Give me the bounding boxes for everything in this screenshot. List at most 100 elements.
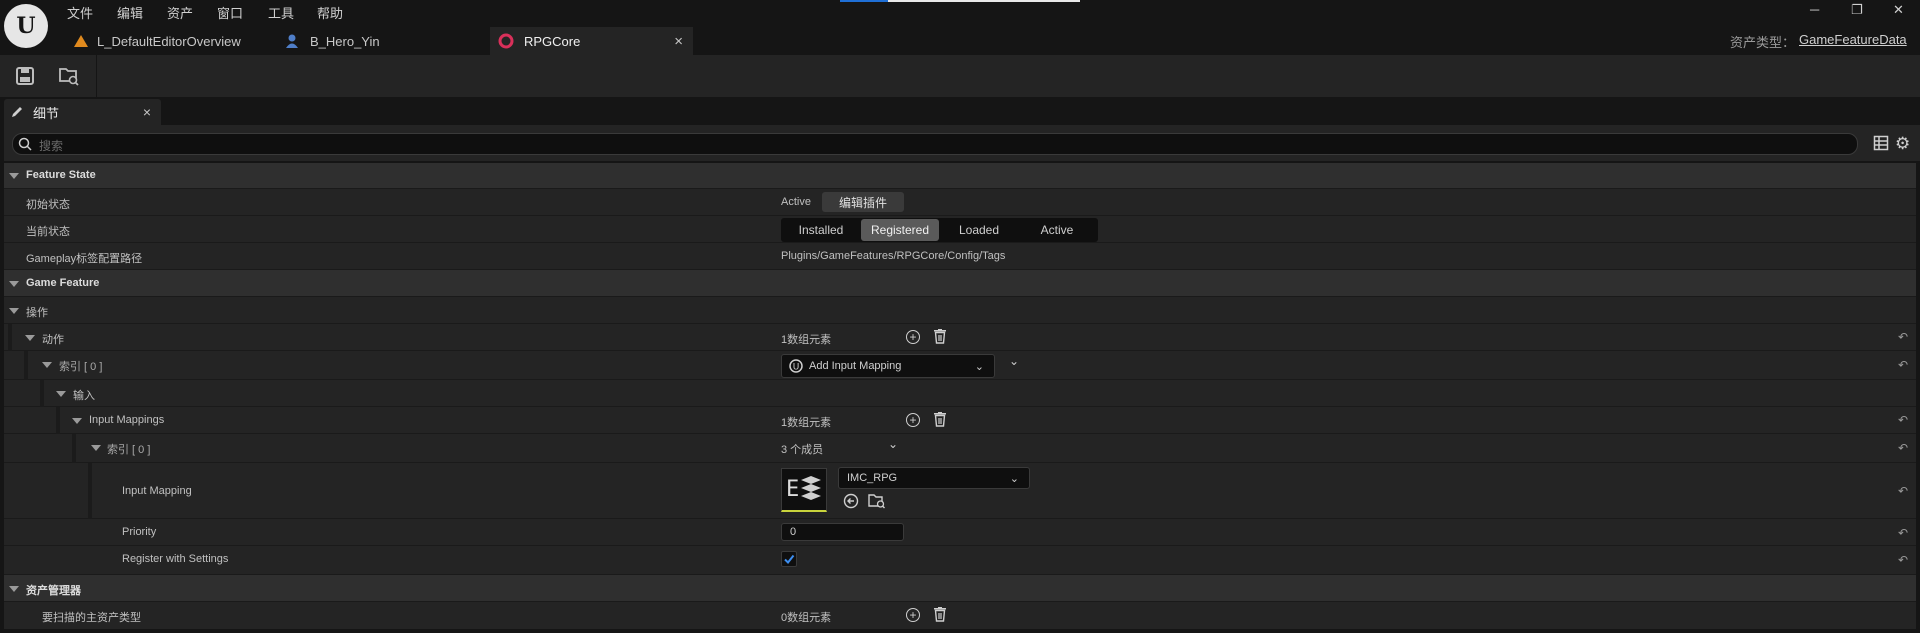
array-count: 1数组元素 [781,417,832,429]
minimize-button[interactable]: ─ [1810,2,1819,17]
asset-thumbnail[interactable]: E [781,468,827,512]
delete-all-trash-icon[interactable] [934,329,946,347]
property-label: Register with Settings [122,553,229,565]
save-icon [16,67,34,85]
group-label: 操作 [26,307,48,319]
menu-asset[interactable]: 资产 [167,3,193,22]
delete-all-trash-icon[interactable] [934,607,946,625]
reset-to-default-icon[interactable]: ↶ [1898,358,1908,372]
initial-state-value: Active [781,196,811,208]
menu-window[interactable]: 窗口 [217,3,243,22]
priority-input[interactable]: 0 [781,523,904,541]
tab-b-hero-yin[interactable]: B_Hero_Yin [278,27,488,55]
property-row-register-with-settings [4,546,1916,575]
tab-close-icon[interactable]: × [674,33,683,50]
property-row-mapping-index-0 [4,434,1916,463]
collapse-triangle-icon[interactable] [9,281,19,287]
reset-to-default-icon[interactable]: ↶ [1898,526,1908,540]
add-element-plus-icon[interactable]: + [906,413,920,427]
tab-level-overview[interactable]: L_DefaultEditorOverview [60,27,275,55]
segment-loaded[interactable]: Loaded [943,219,1015,241]
property-row-priority [4,519,1916,546]
struct-member-count: 3 个成员 [781,444,824,456]
table-view-icon [1873,135,1889,151]
input-mapping-asset-combo[interactable]: IMC_RPG ⌄ [838,467,1030,489]
reset-to-default-icon[interactable]: ↶ [1898,330,1908,344]
tag-config-path: Plugins/GameFeatures/RPGCore/Config/Tags [781,250,1006,262]
category-asset-manager[interactable] [4,575,1916,602]
collapse-triangle-icon[interactable] [9,586,19,592]
category-game-feature[interactable] [4,270,1916,297]
priority-value: 0 [790,526,797,538]
collapse-triangle-icon[interactable] [42,362,52,368]
restore-button[interactable]: ❐ [1851,2,1863,18]
browse-asset-button[interactable] [868,493,886,512]
property-label: 当前状态 [26,226,70,238]
reset-to-default-icon[interactable]: ↶ [1898,441,1908,455]
reset-to-default-icon[interactable]: ↶ [1898,484,1908,498]
unreal-logo-icon[interactable]: U [4,4,48,48]
search-placeholder: 搜索 [39,139,64,153]
delete-all-trash-icon[interactable] [934,412,946,430]
settings-gear-icon[interactable]: ⚙ [1895,134,1910,154]
tab-label: L_DefaultEditorOverview [97,33,241,49]
browse-folder-icon [868,494,885,509]
character-blueprint-icon [286,34,298,48]
menu-file[interactable]: 文件 [67,3,93,22]
reset-to-default-icon[interactable]: ↶ [1898,413,1908,427]
struct-chevron-down-icon[interactable]: ⌄ [888,437,898,451]
collapse-triangle-icon[interactable] [91,445,101,451]
category-title: 资产管理器 [26,585,81,597]
unreal-class-icon: U [789,359,803,373]
tab-label: B_Hero_Yin [310,33,380,49]
register-checkbox[interactable] [781,551,797,567]
collapse-triangle-icon[interactable] [9,173,19,179]
browse-to-asset-button[interactable] [58,66,80,89]
collapse-triangle-icon[interactable] [56,391,66,397]
add-element-plus-icon[interactable]: + [906,608,920,622]
tab-close-icon[interactable]: × [143,104,151,120]
collapse-triangle-icon[interactable] [9,308,19,314]
level-icon [74,35,88,47]
group-row-input[interactable] [4,380,1916,407]
property-label: 索引 [ 0 ] [107,444,151,456]
use-selected-asset-button[interactable] [843,493,859,512]
property-label: 要扫描的主资产类型 [42,612,141,624]
property-label: Priority [122,526,157,538]
segment-active[interactable]: Active [1019,219,1095,241]
category-feature-state[interactable] [4,163,1916,189]
browse-to-asset-icon [59,68,79,86]
save-button[interactable] [15,66,35,89]
pencil-icon [12,107,22,117]
property-label: Input Mapping [122,485,192,497]
close-window-button[interactable]: ✕ [1893,2,1904,18]
tab-details[interactable]: 细节 × [4,99,161,125]
tab-rpgcore[interactable]: RPGCore × [490,27,693,55]
panel-tab-bar [0,97,1920,125]
collapse-triangle-icon[interactable] [25,335,35,341]
reset-to-default-icon[interactable]: ↶ [1898,553,1908,567]
menu-help[interactable]: 帮助 [317,3,343,22]
action-options-chevron-down-icon[interactable]: ⌄ [1009,354,1019,368]
svg-text:U: U [793,363,800,373]
asset-type-link[interactable]: GameFeatureData [1799,32,1907,47]
view-options-button[interactable] [1873,135,1889,154]
segment-registered[interactable]: Registered [861,219,939,241]
menu-tools[interactable]: 工具 [268,3,294,22]
search-input[interactable]: 搜索 [12,133,1858,155]
use-selected-arrow-icon [843,493,859,509]
chevron-down-icon: ⌄ [1009,472,1019,485]
input-mapping-context-icon [801,476,821,500]
segment-installed[interactable]: Installed [785,219,857,241]
property-label: Input Mappings [89,414,165,426]
action-class-combo[interactable]: U Add Input Mapping ⌄ [781,354,995,378]
combo-value: IMC_RPG [847,472,898,484]
menu-edit[interactable]: 编辑 [117,3,143,22]
group-row-actions[interactable] [4,297,1916,324]
edit-plugin-button[interactable]: 编辑插件 [822,192,904,212]
chevron-down-icon: ⌄ [974,360,984,373]
collapse-triangle-icon[interactable] [72,418,82,424]
property-label: 索引 [ 0 ] [59,361,103,373]
add-element-plus-icon[interactable]: + [906,330,920,344]
search-icon [18,137,32,151]
